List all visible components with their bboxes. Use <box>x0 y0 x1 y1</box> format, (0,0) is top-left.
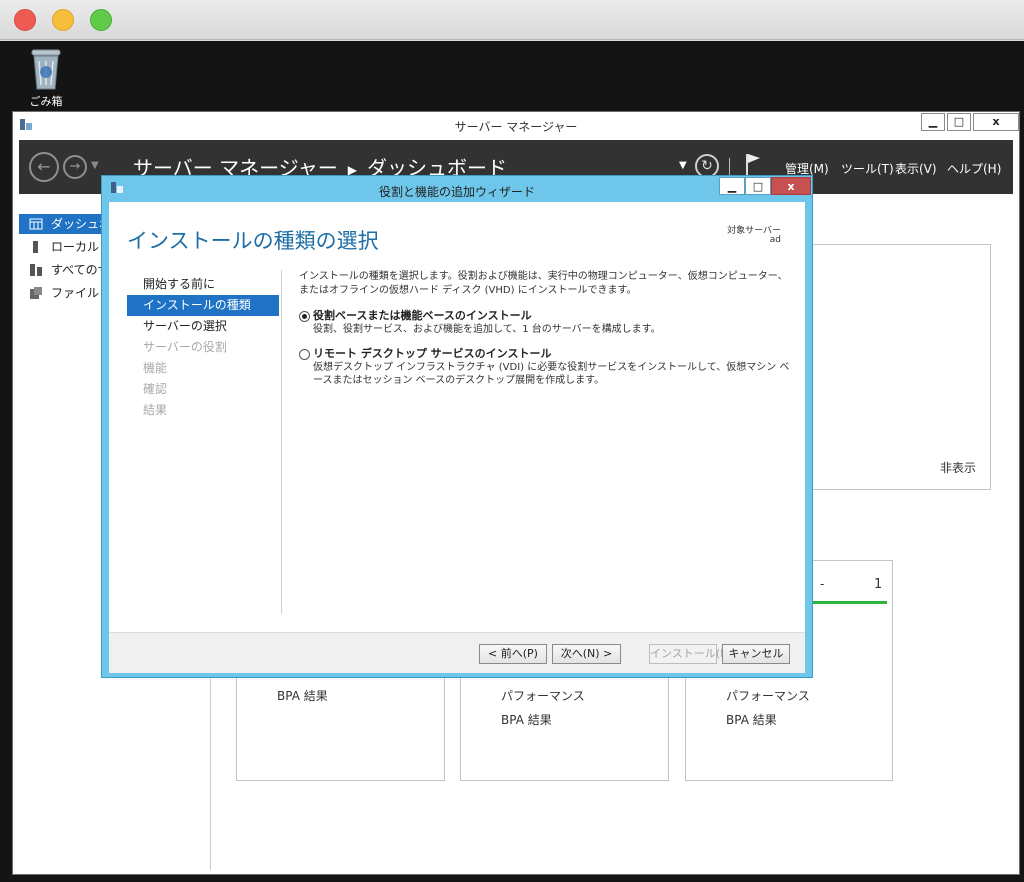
wizard-maximize-button[interactable]: □ <box>745 177 771 195</box>
step-before-you-begin[interactable]: 開始する前に <box>127 274 279 295</box>
sm-minimize-button[interactable]: ▁ <box>921 113 945 131</box>
status-bar-green <box>813 601 887 604</box>
history-dropdown-icon[interactable]: ▼ <box>91 160 99 171</box>
tile-performance-3[interactable]: パフォーマンス <box>726 687 810 704</box>
server-tile-2[interactable]: パフォーマンス BPA 結果 <box>460 677 669 781</box>
add-roles-wizard-window: 役割と機能の追加ウィザード ▁ □ x インストールの種類の選択 対象サーバー … <box>101 175 813 678</box>
tile-bpa-2[interactable]: BPA 結果 <box>501 711 552 728</box>
wizard-title: 役割と機能の追加ウィザード <box>378 185 535 199</box>
wizard-divider <box>281 270 282 614</box>
tile-dash-3: - <box>820 577 825 591</box>
previous-button[interactable]: < 前へ(P) <box>479 644 547 664</box>
breadcrumb-dropdown-icon[interactable]: ▼ <box>679 160 687 171</box>
notifications-flag-icon[interactable] <box>745 152 761 176</box>
step-confirmation: 確認 <box>143 382 168 396</box>
option-description: 仮想デスクトップ インフラストラクチャ (VDI) に必要な役割サービスをインス… <box>313 362 790 386</box>
tile-bpa-3[interactable]: BPA 結果 <box>726 711 777 728</box>
wizard-titlebar: 役割と機能の追加ウィザード ▁ □ x <box>102 176 812 202</box>
server-manager-title: サーバー マネージャー <box>454 120 578 134</box>
tile-count: 1 <box>874 577 883 592</box>
header-divider <box>729 158 730 176</box>
recycle-bin-label: ごみ箱 <box>29 95 63 108</box>
option-title[interactable]: リモート デスクトップ サービスのインストール <box>313 347 793 361</box>
tile-performance-2[interactable]: パフォーマンス <box>501 687 585 704</box>
local-server-icon <box>33 241 38 253</box>
recycle-bin-icon <box>31 49 61 90</box>
wizard-close-button[interactable]: x <box>771 177 811 195</box>
wizard-footer: < 前へ(P) 次へ(N) > インストール(I) キャンセル <box>109 632 805 673</box>
mac-zoom-button[interactable] <box>90 9 112 31</box>
target-server-value: ad <box>769 235 781 245</box>
step-server-selection[interactable]: サーバーの選択 <box>127 316 279 337</box>
mac-window-titlebar <box>0 0 1024 40</box>
wizard-minimize-button[interactable]: ▁ <box>719 177 745 195</box>
mac-close-button[interactable] <box>14 9 36 31</box>
step-results: 結果 <box>143 403 168 417</box>
back-arrow-icon[interactable]: ← <box>29 152 59 182</box>
all-servers-icon <box>30 264 42 276</box>
intro-text: インストールの種類を選択します。役割および機能は、実行中の物理コンピューター、仮… <box>299 271 788 296</box>
option-title[interactable]: 役割ベースまたは機能ベースのインストール <box>313 309 793 323</box>
server-tile-1[interactable]: BPA 結果 <box>236 677 445 781</box>
wizard-body: インストールの種類の選択 対象サーバー ad 開始する前に インストールの種類 … <box>109 202 805 673</box>
step-server-roles: サーバーの役割 <box>143 340 227 354</box>
install-button: インストール(I) <box>649 644 728 664</box>
menu-tools[interactable]: ツール(T) <box>841 160 894 177</box>
wizard-content: インストールの種類を選択します。役割および機能は、実行中の物理コンピューター、仮… <box>299 270 793 387</box>
menu-help[interactable]: ヘルプ(H) <box>947 160 1001 177</box>
sm-close-button[interactable]: x <box>973 113 1019 131</box>
file-services-icon <box>30 287 42 299</box>
wizard-heading: インストールの種類の選択 <box>127 229 379 253</box>
menu-view[interactable]: 表示(V) <box>895 160 937 177</box>
option-remote-desktop[interactable]: リモート デスクトップ サービスのインストール 仮想デスクトップ インフラストラ… <box>299 347 793 387</box>
next-button[interactable]: 次へ(N) > <box>552 644 621 664</box>
step-features: 機能 <box>143 361 168 375</box>
radio-role-based[interactable] <box>299 311 310 322</box>
sm-maximize-button[interactable]: □ <box>947 113 971 131</box>
radio-remote-desktop[interactable] <box>299 349 310 360</box>
option-role-based[interactable]: 役割ベースまたは機能ベースのインストール 役割、役割サービス、および機能を追加し… <box>299 309 793 336</box>
wizard-steps: 開始する前に インストールの種類 サーバーの選択 サーバーの役割 機能 確認 結… <box>127 274 279 421</box>
hide-link[interactable]: 非表示 <box>940 459 976 476</box>
option-description: 役割、役割サービス、および機能を追加して、1 台のサーバーを構成します。 <box>313 324 661 335</box>
dashboard-icon <box>29 218 43 230</box>
step-installation-type[interactable]: インストールの種類 <box>127 295 279 316</box>
tile-bpa-1[interactable]: BPA 結果 <box>277 687 328 704</box>
server-manager-titlebar: サーバー マネージャー ▁ □ x <box>13 112 1019 138</box>
mac-minimize-button[interactable] <box>52 9 74 31</box>
cancel-button[interactable]: キャンセル <box>722 644 790 664</box>
recycle-bin[interactable]: ごみ箱 <box>22 47 70 109</box>
forward-arrow-icon[interactable]: → <box>63 155 87 179</box>
